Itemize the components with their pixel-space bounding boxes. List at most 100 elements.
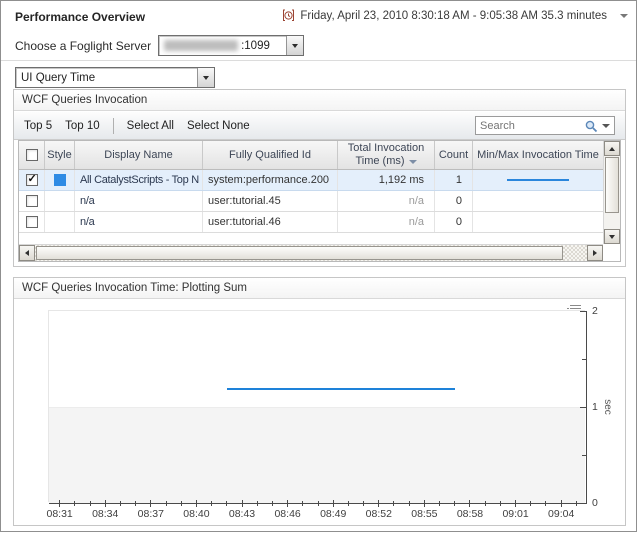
cell-total-invocation-time: n/a <box>338 191 435 211</box>
y-tick-minor <box>582 359 586 360</box>
server-label: Choose a Foglight Server <box>15 39 151 53</box>
server-select-dropdown-button[interactable] <box>286 36 303 55</box>
x-tick-minor <box>120 501 121 506</box>
search-input[interactable] <box>480 120 584 132</box>
x-tick-minor <box>409 501 410 506</box>
x-tick-minor <box>257 501 258 506</box>
cell-style <box>45 212 75 232</box>
cell-checkbox <box>19 212 45 232</box>
page-title: Performance Overview <box>15 10 145 24</box>
row-checkbox[interactable] <box>26 216 38 228</box>
column-header-display-name[interactable]: Display Name <box>75 141 203 169</box>
x-tick-minor <box>439 501 440 506</box>
cell-count: 1 <box>435 170 473 190</box>
table-row[interactable]: n/a user:tutorial.46 n/a 0 <box>19 212 603 233</box>
x-tick-minor <box>302 501 303 506</box>
column-header-minmax[interactable]: Min/Max Invocation Time <box>473 141 603 169</box>
x-tick-major <box>105 500 106 507</box>
y-tick-label: 1 <box>592 401 598 413</box>
x-tick-major <box>333 500 334 507</box>
scroll-up-button[interactable] <box>604 141 620 156</box>
scroll-down-button[interactable] <box>604 229 620 244</box>
column-header-style[interactable]: Style <box>45 141 75 169</box>
time-range-selector[interactable]: Friday, April 23, 2010 8:30:18 AM - 9:05… <box>282 9 628 22</box>
server-host-redacted <box>164 40 238 51</box>
table-row[interactable]: n/a user:tutorial.45 n/a 0 <box>19 191 603 212</box>
metric-select-value: UI Query Time <box>21 72 95 84</box>
row-checkbox[interactable] <box>26 174 38 186</box>
metric-select-dropdown-button[interactable] <box>197 68 214 87</box>
x-tick-minor <box>363 501 364 506</box>
y-tick-label: 0 <box>592 497 598 509</box>
queries-panel-title: WCF Queries Invocation <box>14 90 625 111</box>
cell-count: 0 <box>435 212 473 232</box>
time-range-label: Friday, April 23, 2010 8:30:18 AM - 9:05… <box>300 10 607 22</box>
scroll-left-button[interactable] <box>19 245 35 261</box>
x-tick-major <box>196 500 197 507</box>
column-header-count[interactable]: Count <box>435 141 473 169</box>
minmax-sparkline <box>507 179 569 181</box>
x-tick-major <box>561 500 562 507</box>
x-tick-major <box>287 500 288 507</box>
sort-desc-icon <box>409 160 417 164</box>
queries-table-content: Style Display Name Fully Qualified Id To… <box>19 141 603 244</box>
vertical-scroll-thumb[interactable] <box>605 157 619 213</box>
table-row[interactable]: All CatalystScripts - Top N system:perfo… <box>19 170 603 191</box>
app-window: Performance Overview Friday, April 23, 2… <box>0 0 637 532</box>
cell-checkbox <box>19 191 45 211</box>
x-tick-major <box>59 500 60 507</box>
header-checkbox[interactable] <box>26 149 38 161</box>
x-tick-label: 08:46 <box>274 508 300 520</box>
top10-button[interactable]: Top 10 <box>65 120 100 132</box>
column-header-total-invocation-time[interactable]: Total Invocation Time (ms) <box>338 141 435 169</box>
x-tick-label: 08:58 <box>457 508 483 520</box>
series-line-plotting-sum <box>227 388 455 390</box>
x-tick-major <box>150 500 151 507</box>
table-vertical-scrollbar[interactable] <box>603 141 620 244</box>
top5-button[interactable]: Top 5 <box>24 120 52 132</box>
table-horizontal-scrollbar[interactable] <box>19 244 603 261</box>
x-tick-minor <box>90 501 91 506</box>
cell-minmax-sparkline <box>473 212 603 232</box>
metric-select[interactable]: UI Query Time <box>15 67 215 88</box>
server-port: :1099 <box>241 40 270 52</box>
cell-minmax-sparkline <box>473 191 603 211</box>
search-options-caret-icon[interactable] <box>602 124 610 128</box>
x-tick-minor <box>226 501 227 506</box>
cell-display-name: n/a <box>75 212 203 232</box>
x-tick-label: 08:43 <box>229 508 255 520</box>
x-tick-label: 09:01 <box>502 508 528 520</box>
x-tick-label: 08:37 <box>138 508 164 520</box>
cell-style <box>45 191 75 211</box>
row-checkbox[interactable] <box>26 195 38 207</box>
y-tick-major <box>580 311 586 312</box>
cell-total-invocation-time: 1,192 ms <box>338 170 435 190</box>
cell-style <box>45 170 75 190</box>
select-all-button[interactable]: Select All <box>127 120 174 132</box>
magnifier-icon[interactable] <box>584 119 598 133</box>
y-tick-major <box>580 503 586 504</box>
server-select[interactable]: :1099 <box>158 35 304 56</box>
section-divider <box>1 60 636 61</box>
select-all-checkbox-header[interactable] <box>19 141 45 169</box>
time-series-chart[interactable]: 012sec08:3108:3408:3708:4008:4308:4608:4… <box>48 310 585 502</box>
horizontal-scroll-thumb[interactable] <box>36 246 563 260</box>
column-header-fully-qualified-id[interactable]: Fully Qualified Id <box>203 141 338 169</box>
time-range-caret-icon[interactable] <box>620 14 628 18</box>
cell-fully-qualified-id: system:performance.200 <box>203 170 338 190</box>
y-axis-unit-label: sec <box>602 399 613 415</box>
y-tick-label: 2 <box>592 305 598 317</box>
table-header-row: Style Display Name Fully Qualified Id To… <box>19 141 603 170</box>
x-tick-minor <box>74 501 75 506</box>
x-tick-minor <box>318 501 319 506</box>
select-none-button[interactable]: Select None <box>187 120 250 132</box>
x-tick-minor <box>181 501 182 506</box>
scroll-right-button[interactable] <box>587 245 603 261</box>
x-tick-minor <box>454 501 455 506</box>
x-tick-minor <box>166 501 167 506</box>
x-tick-label: 09:04 <box>548 508 574 520</box>
x-tick-major <box>424 500 425 507</box>
search-box <box>475 116 615 135</box>
y-axis-line <box>586 311 587 504</box>
cell-minmax-sparkline <box>473 170 603 190</box>
